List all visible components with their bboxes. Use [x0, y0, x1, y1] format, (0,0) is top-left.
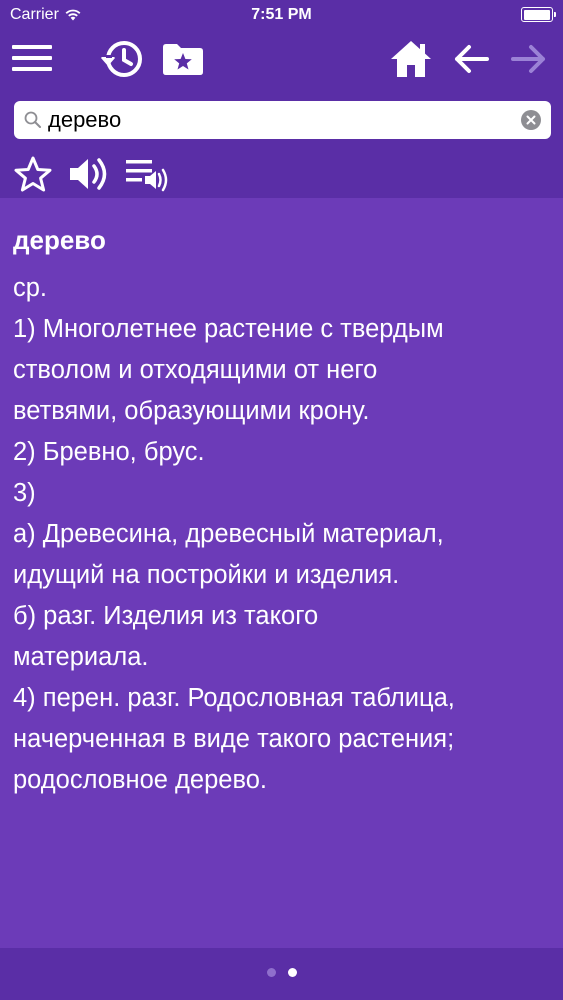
definition-line: материала.: [13, 643, 149, 671]
dictionary-entry: дерево ср. 1) Многолетнее растение с тве…: [0, 198, 563, 948]
definition-line: 1) Многолетнее растение с твердым: [13, 315, 444, 343]
bottom-bar: [0, 948, 563, 1000]
star-icon[interactable]: [12, 154, 54, 194]
battery-icon: [521, 7, 556, 22]
favorites-folder-icon[interactable]: [160, 40, 206, 78]
clear-search-icon[interactable]: [521, 110, 541, 130]
definition-line: родословное дерево.: [13, 766, 267, 794]
home-icon[interactable]: [388, 38, 434, 80]
definition-line: ср.: [13, 274, 48, 302]
definition-line: 3): [13, 479, 36, 507]
status-bar: Carrier 7:51 PM: [0, 0, 563, 30]
hamburger-menu-icon[interactable]: [12, 42, 52, 74]
search-icon: [24, 111, 41, 128]
status-time: 7:51 PM: [251, 6, 312, 23]
speaker-icon[interactable]: [66, 154, 112, 194]
definition-line: стволом и отходящими от него: [13, 356, 378, 384]
definition-line: идущий на постройки и изделия.: [13, 561, 400, 589]
back-arrow-icon[interactable]: [452, 42, 490, 76]
search-input[interactable]: [48, 105, 518, 135]
forward-arrow-icon[interactable]: [510, 42, 548, 76]
page-indicator[interactable]: [0, 968, 563, 977]
history-icon[interactable]: [98, 38, 146, 80]
entry-definition: ср. 1) Многолетнее растение с твердым ст…: [13, 268, 549, 801]
play-list-audio-icon[interactable]: [124, 156, 172, 194]
entry-headword: дерево: [13, 225, 106, 255]
definition-line: а) Древесина, древесный материал,: [13, 520, 444, 548]
definition-line: ветвями, образующими крону.: [13, 397, 370, 425]
definition-line: 2) Бревно, брус.: [13, 438, 205, 466]
search-bar: [14, 101, 551, 139]
header: [0, 30, 563, 198]
definition-line: 4) перен. разг. Родословная таблица,: [13, 684, 455, 712]
page-dot-active[interactable]: [287, 968, 297, 977]
definition-line: б) разг. Изделия из такого: [13, 602, 319, 630]
page-dot[interactable]: [266, 968, 276, 977]
definition-line: начерченная в виде такого растения;: [13, 725, 455, 753]
